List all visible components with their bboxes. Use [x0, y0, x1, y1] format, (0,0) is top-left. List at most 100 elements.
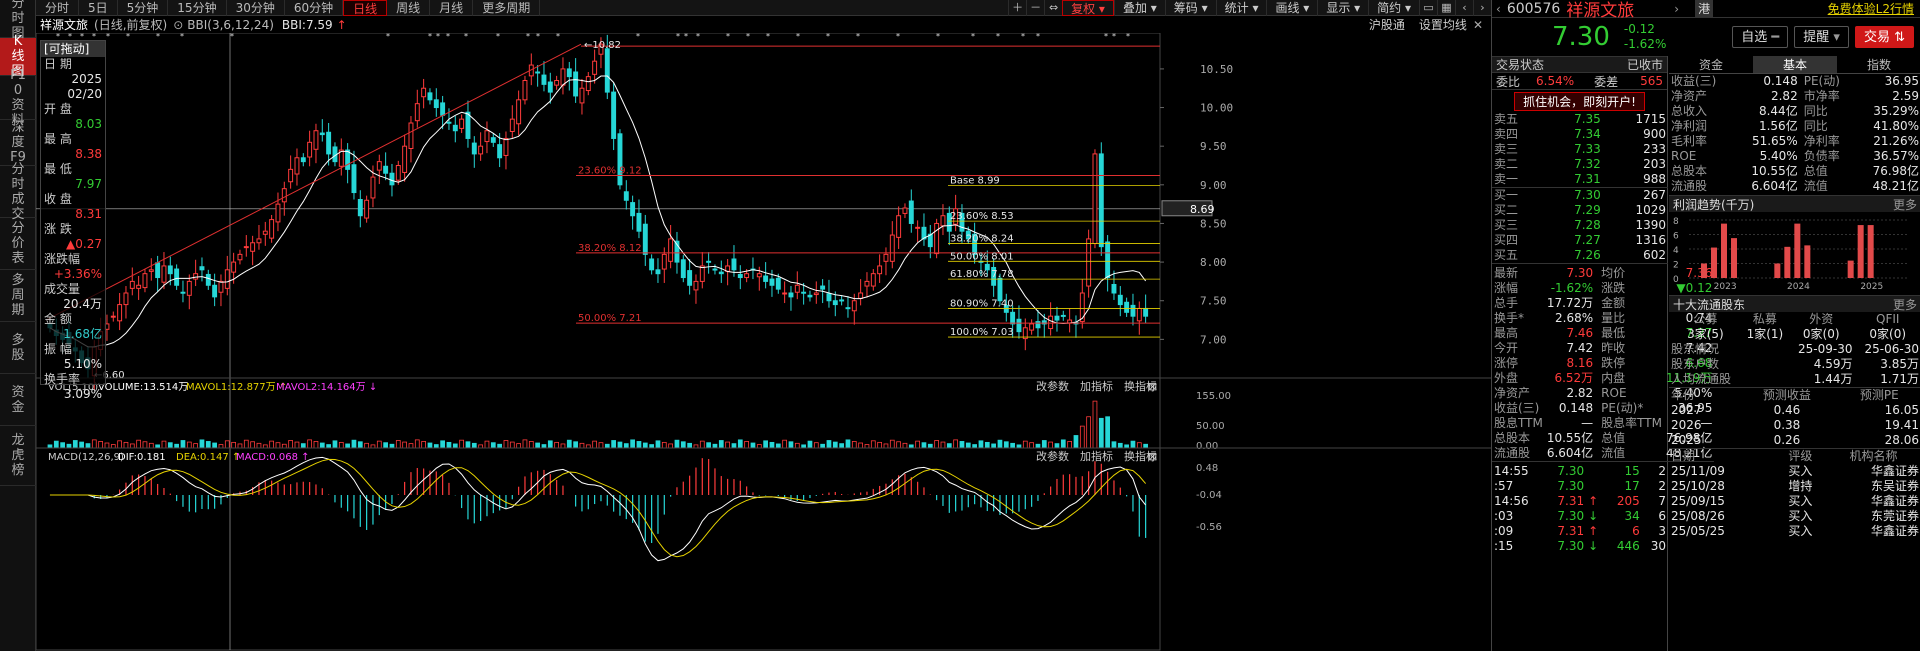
event-marker[interactable]: * [496, 32, 500, 41]
vol-btn-1[interactable]: 加指标 [1080, 379, 1113, 393]
expand-icon[interactable]: ⇔ [1044, 0, 1062, 16]
grid-icon[interactable]: ▦ [1437, 0, 1455, 16]
candle [611, 82, 617, 151]
tool-button-3[interactable]: 统计 ▾ [1215, 0, 1267, 16]
tool-button-1[interactable]: 叠加 ▾ [1113, 0, 1165, 16]
indicator-label[interactable]: BBI(3,6,12,24) [187, 18, 274, 32]
period-tab-2[interactable]: 5分钟 [118, 0, 169, 16]
collapse-icon[interactable]: ‹ [1496, 2, 1501, 16]
event-marker[interactable]: * [106, 32, 110, 41]
add-icon[interactable]: ＋ [1008, 0, 1026, 16]
macd-btn-1[interactable]: 加指标 [1080, 449, 1113, 463]
period-tab-6[interactable]: 日线 [343, 0, 388, 16]
window-icon[interactable]: ▭ [1419, 0, 1437, 16]
open-account-banner[interactable]: 抓住机会，即刻开户! [1514, 91, 1645, 111]
event-marker[interactable]: * [1036, 32, 1040, 41]
event-marker[interactable]: * [386, 32, 390, 41]
cell: 日期 [1671, 449, 1696, 463]
period-tab-3[interactable]: 15分钟 [168, 0, 227, 16]
vol-btn-0[interactable]: 改参数 [1036, 379, 1069, 393]
watchlist-button[interactable]: 自选 ━ [1732, 26, 1789, 48]
kline-chart-svg[interactable]: 10.50 10.00 9.50 9.00 8.50 8.00 7.50 7.00 8.69 23… [35, 32, 1491, 651]
holders-more-link[interactable]: 更多 [1893, 296, 1917, 313]
trade-button[interactable]: 交易 ⇅ [1854, 26, 1914, 48]
nav-item-label: 龙虎榜 [11, 433, 25, 478]
profit-more-link[interactable]: 更多 [1893, 196, 1917, 213]
info-tab-1[interactable]: 基本 [1753, 56, 1837, 73]
event-marker[interactable]: * [1104, 32, 1108, 41]
event-marker[interactable]: * [996, 32, 1000, 41]
nav-item-2[interactable]: F10资料 [0, 68, 36, 128]
macd-btn-0[interactable]: 改参数 [1036, 449, 1069, 463]
event-marker[interactable]: * [826, 32, 830, 41]
event-marker[interactable]: * [446, 32, 450, 41]
tool-button-0[interactable]: 复权 ▾ [1062, 0, 1114, 16]
event-marker[interactable]: * [726, 32, 730, 41]
minus-icon[interactable]: － [1026, 0, 1044, 16]
nav-item-5[interactable]: 分价表 [0, 218, 36, 270]
set-ma-button[interactable]: 设置均线 [1419, 16, 1467, 33]
period-tab-7[interactable]: 周线 [387, 0, 431, 16]
event-marker[interactable]: * [526, 32, 530, 41]
nav-item-8[interactable]: 资金 [0, 374, 36, 426]
event-marker[interactable]: * [436, 32, 440, 41]
macd-close-icon[interactable]: ⊠ [1148, 450, 1157, 463]
period-tab-4[interactable]: 30分钟 [227, 0, 285, 16]
drag-handle[interactable]: [可拖动] [41, 41, 105, 57]
event-marker[interactable]: * [676, 32, 680, 41]
event-marker[interactable]: * [536, 32, 540, 41]
nav-item-0[interactable]: 分时图 [0, 0, 36, 41]
event-marker[interactable]: * [696, 32, 700, 41]
close-icon[interactable]: ✕ [1473, 18, 1483, 32]
info-tab-2[interactable]: 指数 [1837, 56, 1920, 73]
event-marker[interactable]: * [766, 32, 770, 41]
period-tab-5[interactable]: 60分钟 [285, 0, 344, 16]
nav-item-6[interactable]: 多周期 [0, 270, 36, 322]
event-marker[interactable]: * [180, 32, 184, 41]
cell: 0.46 [1773, 403, 1801, 417]
period-tab-9[interactable]: 更多周期 [473, 0, 541, 16]
nav-item-4[interactable]: 分时成交 [0, 162, 36, 222]
candle [452, 116, 458, 143]
tool-button-2[interactable]: 筹码 ▾ [1164, 0, 1216, 16]
event-marker[interactable]: * [230, 32, 234, 41]
vol-close-icon[interactable]: ⊠ [1148, 380, 1157, 393]
settings-icon[interactable]: ⊙ [173, 18, 183, 32]
hsgt-link[interactable]: 沪股通 [1369, 16, 1405, 33]
alert-button[interactable]: 提醒 ▾ [1794, 26, 1849, 48]
promo-link[interactable]: 免费体验L2行情 [1828, 0, 1914, 17]
event-marker[interactable]: * [464, 32, 468, 41]
event-marker[interactable]: * [126, 32, 130, 41]
event-marker[interactable]: * [896, 32, 900, 41]
event-marker[interactable]: * [636, 32, 640, 41]
period-tab-1[interactable]: 5日 [79, 0, 118, 16]
event-marker[interactable]: * [856, 32, 860, 41]
tool-button-5[interactable]: 显示 ▾ [1317, 0, 1368, 16]
bar-info-panel[interactable]: [可拖动] 日 期 2025 02/20 开 盘 8.03 最 高 8.38 最 低 7.97 收… [40, 40, 106, 401]
nav-item-7[interactable]: 多股 [0, 322, 36, 374]
period-tab-0[interactable]: 分时 [36, 0, 80, 16]
info-tab-0[interactable]: 资金 [1669, 56, 1753, 73]
nav-left-icon[interactable]: ‹ [1455, 0, 1473, 16]
event-marker[interactable]: * [796, 32, 800, 41]
event-marker[interactable]: * [1112, 32, 1116, 41]
period-tab-8[interactable]: 月线 [430, 0, 474, 16]
event-marker[interactable]: * [556, 32, 560, 41]
nav-right-icon[interactable]: › [1473, 0, 1491, 16]
event-marker[interactable]: * [428, 32, 432, 41]
event-marker[interactable]: * [1126, 32, 1130, 41]
hk-badge[interactable]: 港 [1695, 0, 1714, 17]
event-marker[interactable]: * [936, 32, 940, 41]
next-icon[interactable]: › [1674, 2, 1679, 16]
tool-button-4[interactable]: 画线 ▾ [1266, 0, 1317, 16]
event-marker[interactable]: * [684, 32, 688, 41]
nav-item-3[interactable]: 深度F9 [0, 120, 36, 166]
chart-area[interactable]: 10.50 10.00 9.50 9.00 8.50 8.00 7.50 7.00 8.69 23… [35, 32, 1491, 651]
event-marker[interactable]: * [971, 32, 975, 41]
tool-button-6[interactable]: 简约 ▾ [1368, 0, 1419, 16]
event-marker[interactable]: * [1021, 32, 1025, 41]
event-marker[interactable]: * [746, 32, 750, 41]
tick-table[interactable]: 14:55 7.30 15 2:57 7.30 17 2 14:56 7.31 ↑ 205 7:03 7… [1492, 464, 1668, 554]
event-marker[interactable]: * [156, 32, 160, 41]
nav-item-9[interactable]: 龙虎榜 [0, 426, 36, 486]
